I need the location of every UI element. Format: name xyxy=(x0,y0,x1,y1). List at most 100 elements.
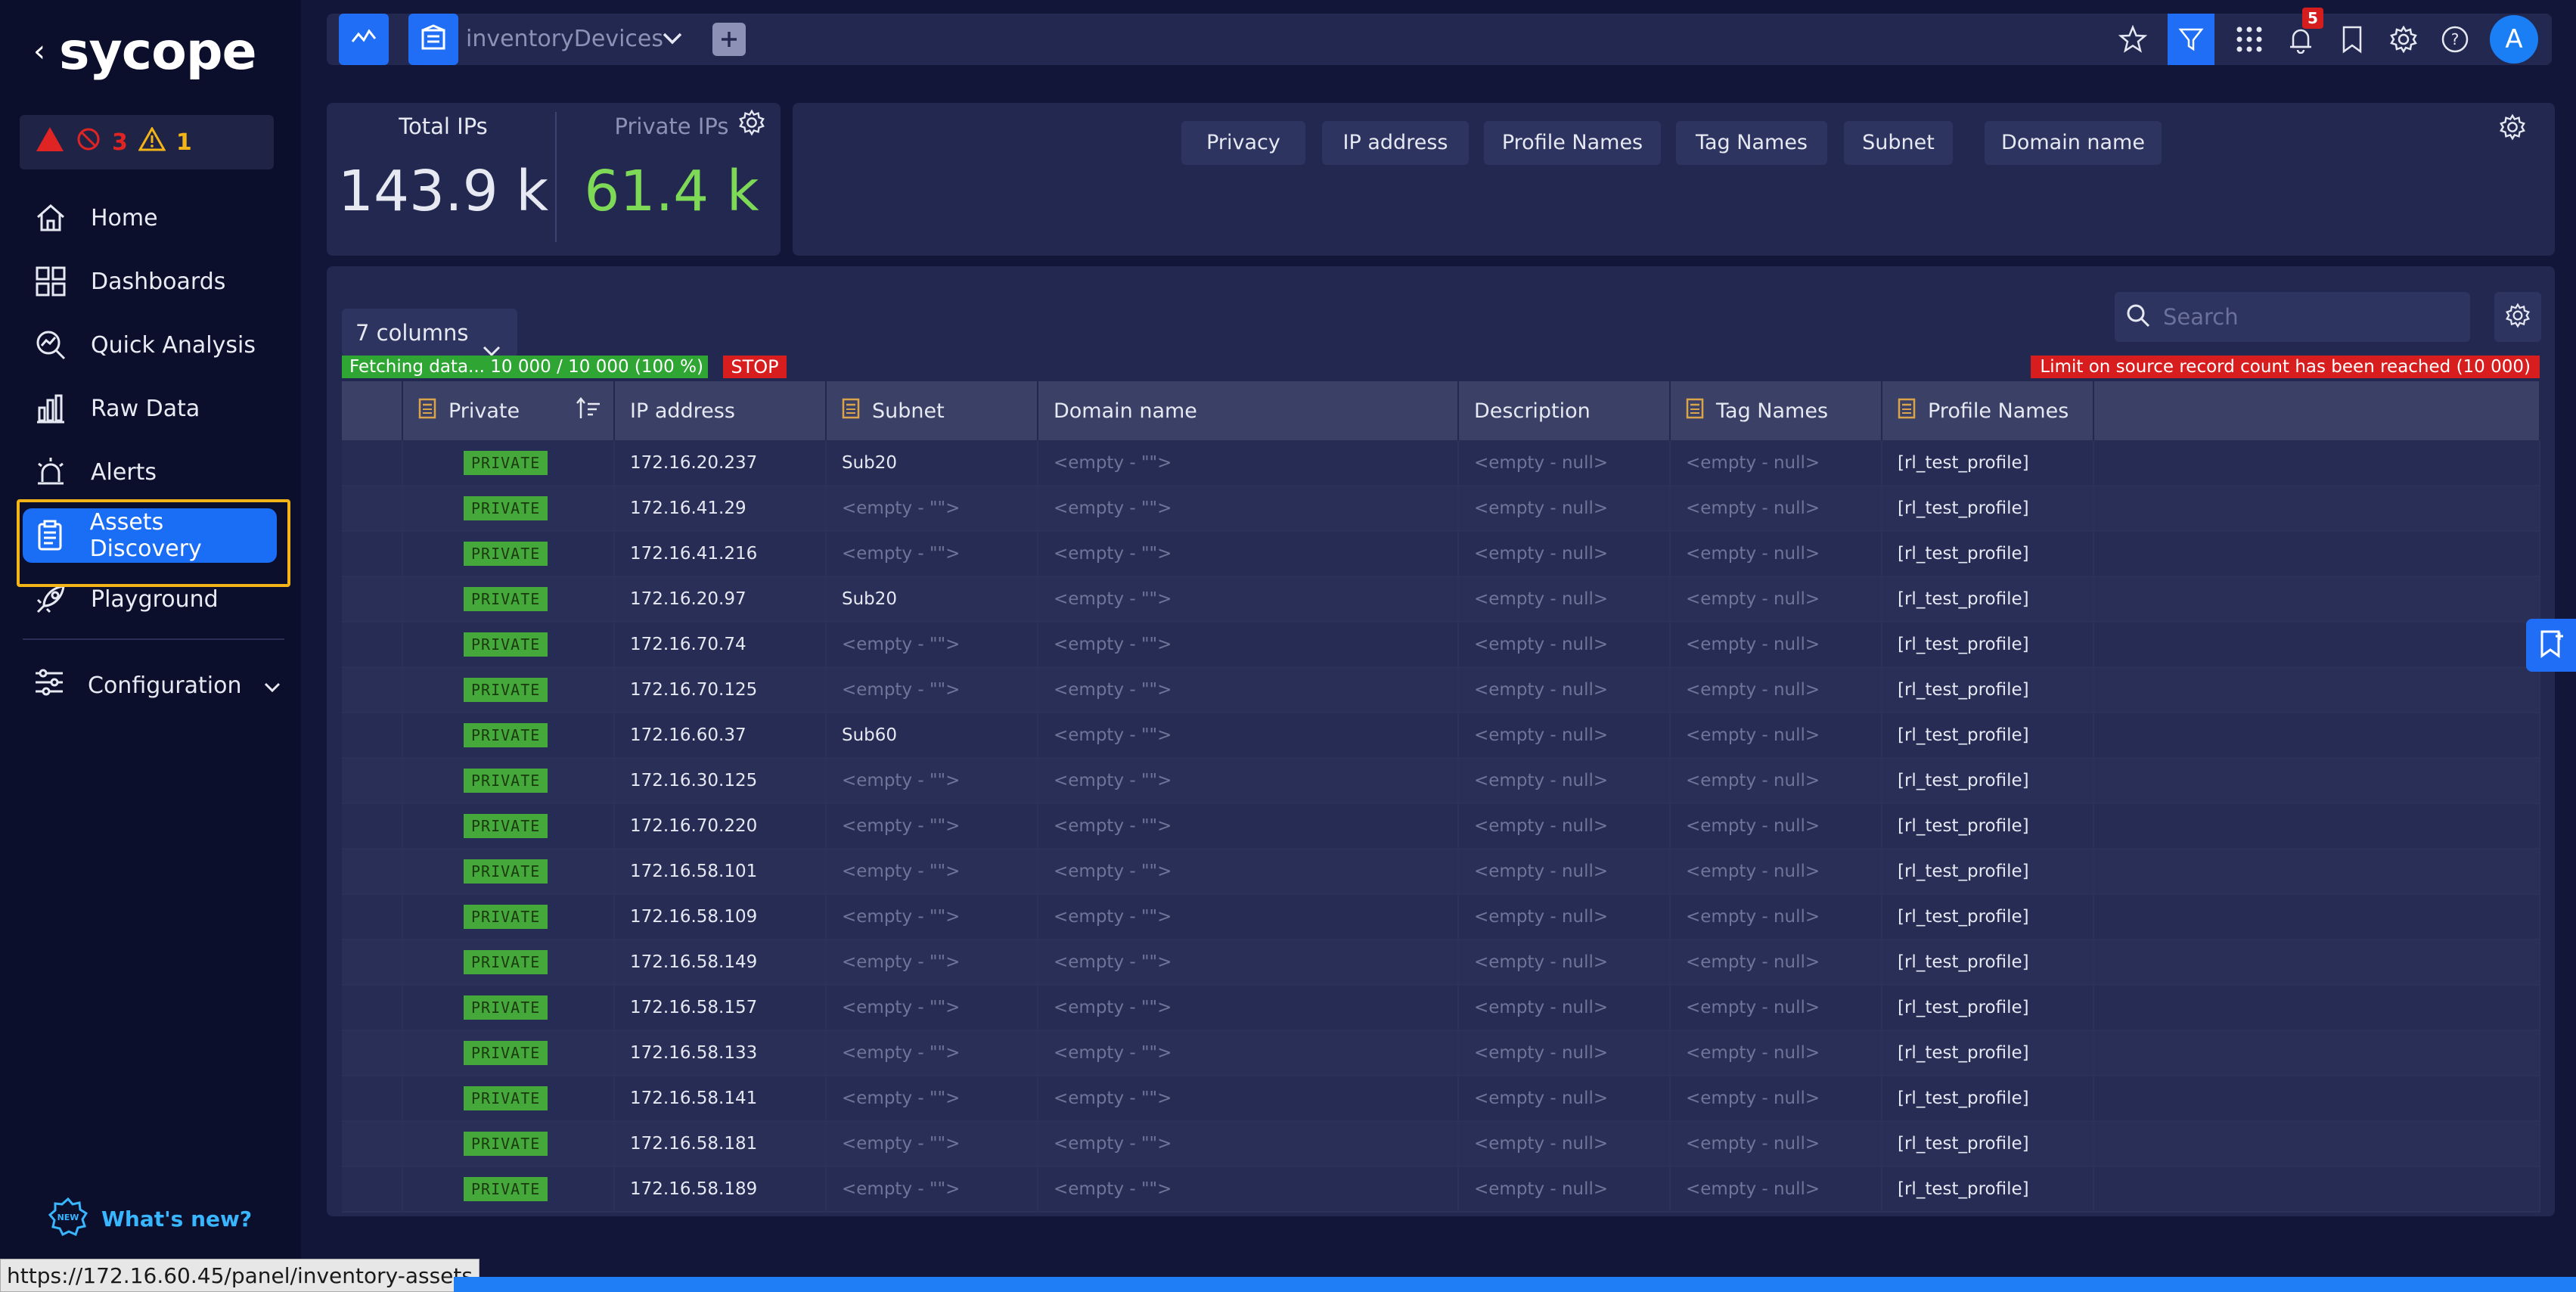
table-row[interactable]: PRIVATE 172.16.58.149 <empty - ""> <empty -… xyxy=(342,939,2540,986)
logo[interactable]: ‹ sycope xyxy=(33,21,257,82)
table-row[interactable]: PRIVATE 172.16.41.216 <empty - ""> <empty -… xyxy=(342,531,2540,577)
calculator-icon xyxy=(418,398,436,424)
column-header-private[interactable]: Private xyxy=(402,381,615,440)
back-chevron-icon[interactable]: ‹ xyxy=(33,34,45,69)
settings-gear-icon[interactable] xyxy=(2387,23,2420,56)
column-header-description[interactable]: Description xyxy=(1458,381,1671,440)
sidebar-item-label: Raw Data xyxy=(91,395,200,422)
sidebar-item-quick-analysis[interactable]: Quick Analysis xyxy=(23,313,280,377)
badge-new-icon: NEW xyxy=(48,1197,88,1241)
cell-description: <empty - null> xyxy=(1458,894,1671,940)
ip-stats-card: Total IPs 143.9 k Private IPs 61.4 k xyxy=(327,103,781,256)
cell-ip-address: 172.16.58.101 xyxy=(614,849,827,895)
row-index-cell xyxy=(342,1121,403,1167)
column-header-subnet[interactable]: Subnet xyxy=(826,381,1038,440)
sidebar-item-dashboards[interactable]: Dashboards xyxy=(23,250,280,313)
table-row[interactable]: PRIVATE 172.16.58.109 <empty - ""> <empty -… xyxy=(342,894,2540,940)
user-avatar[interactable]: A xyxy=(2490,15,2538,64)
row-index-cell xyxy=(342,985,403,1031)
column-header-domain-name[interactable]: Domain name xyxy=(1038,381,1459,440)
cell-private: PRIVATE xyxy=(402,758,615,804)
cell-description: <empty - null> xyxy=(1458,531,1671,577)
filler-cell xyxy=(2093,849,2540,895)
column-header-ip-address[interactable]: IP address xyxy=(614,381,827,440)
table-row[interactable]: PRIVATE 172.16.70.220 <empty - ""> <empty -… xyxy=(342,803,2540,849)
sidebar-item-label: Configuration xyxy=(88,672,242,699)
bookmark-icon[interactable] xyxy=(2335,23,2369,56)
column-header-tag-names[interactable]: Tag Names xyxy=(1670,381,1882,440)
apps-grid-icon[interactable] xyxy=(2233,23,2266,56)
cell-ip-address: 172.16.41.216 xyxy=(614,531,827,577)
help-icon[interactable]: ? xyxy=(2438,23,2472,56)
table-row[interactable]: PRIVATE 172.16.60.37 Sub60 <empty - ""> <emp… xyxy=(342,713,2540,759)
table-row[interactable]: PRIVATE 172.16.70.74 <empty - ""> <empty - … xyxy=(342,622,2540,668)
private-tag: PRIVATE xyxy=(464,1177,548,1201)
filter-chip-subnet[interactable]: Subnet xyxy=(1844,121,1953,165)
dashboard-type-button[interactable] xyxy=(408,14,458,65)
sort-icon[interactable] xyxy=(576,396,601,426)
cell-description: <empty - null> xyxy=(1458,803,1671,849)
column-header-index xyxy=(342,381,403,440)
sidebar-item-configuration[interactable]: Configuration xyxy=(23,654,281,717)
cell-private: PRIVATE xyxy=(402,531,615,577)
filler-cell xyxy=(2093,985,2540,1031)
add-icon[interactable] xyxy=(712,23,746,56)
alerts-summary[interactable]: 3 1 xyxy=(20,115,274,169)
cell-tag-names: <empty - null> xyxy=(1670,758,1882,804)
table-row[interactable]: PRIVATE 172.16.58.141 <empty - ""> <empty -… xyxy=(342,1076,2540,1122)
gear-icon[interactable] xyxy=(738,109,765,139)
search-box[interactable] xyxy=(2115,292,2470,342)
table-row[interactable]: PRIVATE 172.16.58.181 <empty - ""> <empty -… xyxy=(342,1121,2540,1167)
columns-select[interactable]: 7 columns xyxy=(342,309,517,357)
table-body: PRIVATE 172.16.20.237 Sub20 <empty - ""> <em… xyxy=(342,440,2540,1213)
private-tag: PRIVATE xyxy=(464,450,548,475)
star-icon[interactable] xyxy=(2116,23,2149,56)
whats-new-link[interactable]: NEW What's new? xyxy=(48,1197,252,1241)
stop-button[interactable]: STOP xyxy=(723,356,787,378)
bookmark-add-tab[interactable] xyxy=(2526,619,2576,672)
row-index-cell xyxy=(342,1166,403,1213)
table-row[interactable]: PRIVATE 172.16.20.97 Sub20 <empty - ""> <emp… xyxy=(342,576,2540,623)
column-header-profile-names[interactable]: Profile Names xyxy=(1882,381,2094,440)
search-input[interactable] xyxy=(2163,304,2466,330)
table-row[interactable]: PRIVATE 172.16.58.101 <empty - ""> <empty -… xyxy=(342,849,2540,895)
sidebar-item-raw-data[interactable]: Raw Data xyxy=(23,377,280,440)
row-index-cell xyxy=(342,894,403,940)
cell-domain-name: <empty - ""> xyxy=(1038,1030,1459,1076)
filter-icon[interactable] xyxy=(2168,14,2214,65)
gear-icon[interactable] xyxy=(2499,113,2526,144)
row-index-cell xyxy=(342,1030,403,1076)
table-row[interactable]: PRIVATE 172.16.70.125 <empty - ""> <empty -… xyxy=(342,667,2540,713)
table-row[interactable]: PRIVATE 172.16.58.189 <empty - ""> <empty -… xyxy=(342,1166,2540,1213)
sidebar-item-home[interactable]: Home xyxy=(23,186,280,250)
total-ips-stat: Total IPs 143.9 k xyxy=(330,113,557,224)
sidebar-item-label: Dashboards xyxy=(91,268,226,295)
filter-chip-domain-name[interactable]: Domain name xyxy=(1985,121,2162,165)
cell-description: <empty - null> xyxy=(1458,985,1671,1031)
dashboard-title[interactable]: inventoryDevices xyxy=(466,14,663,65)
cell-ip-address: 172.16.58.189 xyxy=(614,1166,827,1213)
assets-table-card: 7 columns Fetching data... 10 000 / 10 0… xyxy=(327,266,2555,1216)
cell-private: PRIVATE xyxy=(402,1121,615,1167)
table-row[interactable]: PRIVATE 172.16.20.237 Sub20 <empty - ""> <em… xyxy=(342,440,2540,486)
filter-chip-privacy[interactable]: Privacy xyxy=(1181,121,1305,165)
filter-chip-ip-address[interactable]: IP address xyxy=(1322,121,1469,165)
chevron-down-icon[interactable] xyxy=(663,32,682,48)
sidebar-item-alerts[interactable]: Alerts xyxy=(23,440,280,504)
activity-button[interactable] xyxy=(339,14,389,65)
table-settings-button[interactable] xyxy=(2494,292,2541,342)
private-tag: PRIVATE xyxy=(464,1086,548,1110)
filter-chip-tag-names[interactable]: Tag Names xyxy=(1676,121,1827,165)
table-row[interactable]: PRIVATE 172.16.30.125 <empty - ""> <empty -… xyxy=(342,758,2540,804)
error-icon xyxy=(76,126,101,158)
table-row[interactable]: PRIVATE 172.16.58.157 <empty - ""> <empty -… xyxy=(342,985,2540,1031)
limit-warning: Limit on source record count has been re… xyxy=(2031,356,2540,378)
table-row[interactable]: PRIVATE 172.16.58.133 <empty - ""> <empty -… xyxy=(342,1030,2540,1076)
row-index-cell xyxy=(342,758,403,804)
column-header-label: Subnet xyxy=(872,399,945,423)
filter-chip-profile-names[interactable]: Profile Names xyxy=(1484,121,1661,165)
cell-profile-names: [rl_test_profile] xyxy=(1882,576,2094,623)
cell-tag-names: <empty - null> xyxy=(1670,985,1882,1031)
table-row[interactable]: PRIVATE 172.16.41.29 <empty - ""> <empty - … xyxy=(342,486,2540,532)
bell-icon[interactable]: 5 xyxy=(2284,8,2323,56)
